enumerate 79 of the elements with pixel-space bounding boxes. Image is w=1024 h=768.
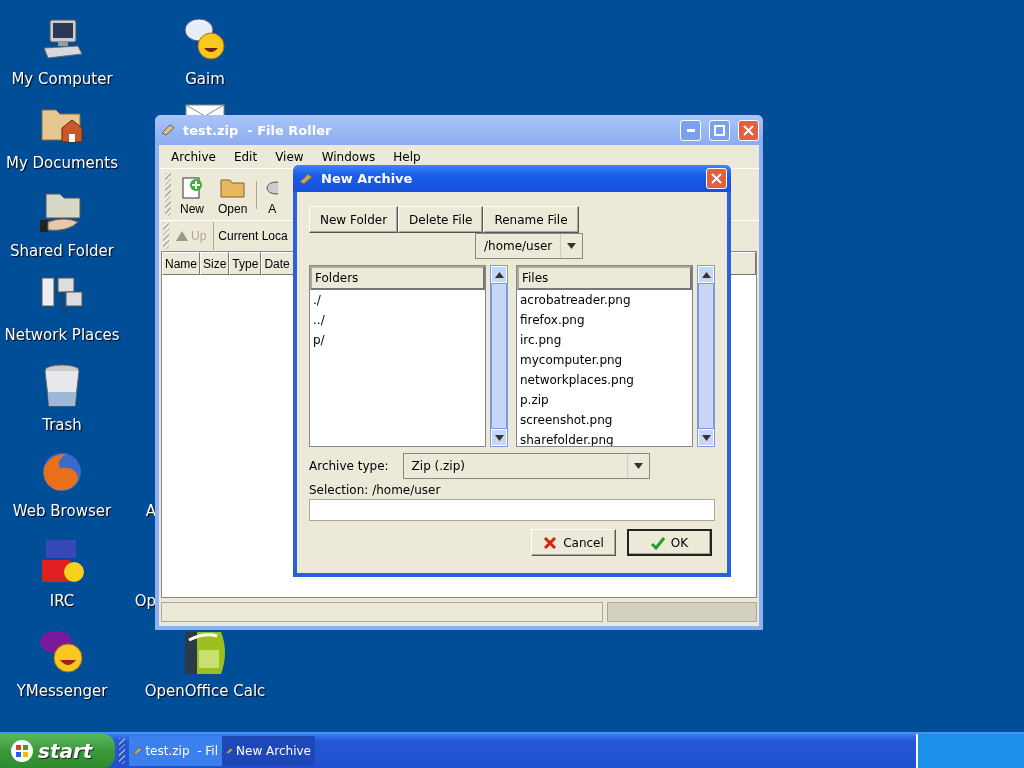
maximize-icon	[714, 124, 725, 136]
taskbar-button[interactable]: New Archive	[222, 736, 315, 766]
close-button[interactable]	[706, 168, 727, 189]
new-document-icon	[180, 176, 204, 200]
maximize-button[interactable]	[709, 119, 730, 141]
file-item[interactable]: acrobatreader.png	[517, 290, 692, 310]
file-item[interactable]: screenshot.png	[517, 410, 692, 430]
archive-type-label: Archive type:	[309, 459, 389, 473]
desktop-icon-label[interactable]: OpenOffice Calc	[144, 682, 266, 700]
dialog-button[interactable]: Cancel	[531, 529, 616, 556]
file-item[interactable]: networkplaces.png	[517, 370, 692, 390]
desktop-icon-label[interactable]: Network Places	[4, 326, 120, 344]
desktop-icon-label[interactable]: My Documents	[5, 154, 119, 172]
scroll-up-arrow-icon	[494, 271, 504, 278]
menu-item[interactable]: Edit	[225, 149, 268, 164]
check-icon	[650, 535, 665, 550]
scroll-down-arrow-icon	[494, 434, 504, 441]
archive-roller-icon	[299, 172, 313, 185]
start-button[interactable]: start	[0, 734, 115, 768]
archive-roller-icon	[133, 745, 143, 757]
dialog-button[interactable]: OK	[627, 529, 712, 556]
smiley-messenger-icon	[38, 628, 86, 676]
desktop-icon-label[interactable]: A	[145, 502, 156, 520]
file-item[interactable]: irc.png	[517, 330, 692, 350]
desktop-icon-label[interactable]: My Computer	[11, 70, 113, 88]
close-icon	[711, 173, 722, 184]
scrollbar[interactable]	[697, 265, 715, 447]
column-header[interactable]: Folders	[310, 266, 485, 290]
dropdown-arrow-icon	[567, 243, 577, 249]
desktop-icon-label[interactable]: YMessenger	[16, 682, 108, 700]
minimize-icon	[686, 128, 695, 132]
dialog-title: New Archive	[321, 171, 414, 186]
toolbar-button[interactable]: New	[175, 176, 209, 216]
desktop-icon-label[interactable]: Shared Folder	[10, 242, 114, 260]
menu-item[interactable]: Archive	[163, 149, 226, 164]
folder-item[interactable]: ./	[310, 290, 485, 310]
file-action-button[interactable]: Delete File	[398, 206, 484, 233]
scrollbar[interactable]	[490, 265, 508, 447]
cross-icon	[543, 535, 558, 550]
file-action-button[interactable]: Rename File	[483, 206, 579, 233]
file-item[interactable]: p.zip	[517, 390, 692, 410]
toolbar-button[interactable]: Open	[213, 176, 253, 216]
column-header[interactable]: Files	[517, 266, 692, 290]
folder-icon	[219, 176, 246, 200]
taskbar-button[interactable]: test.zip - Fil	[129, 736, 222, 766]
folder-item[interactable]: p/	[310, 330, 485, 350]
archive-roller-icon	[226, 745, 234, 757]
menu-item[interactable]: Help	[385, 149, 431, 164]
file-item[interactable]: mycomputer.png	[517, 350, 692, 370]
archive-type-dropdown[interactable]: Zip (.zip)	[402, 453, 650, 479]
window-title: test.zip - File Roller	[183, 122, 333, 138]
windows-logo-icon	[10, 739, 34, 763]
scroll-down-arrow-icon	[701, 434, 711, 441]
column-header[interactable]: Size	[200, 252, 230, 275]
selection-input[interactable]	[309, 499, 715, 521]
selection-label: Selection: /home/user	[309, 483, 442, 497]
up-triangle-icon	[176, 231, 188, 241]
menu-item[interactable]: Windows	[313, 149, 386, 164]
column-header[interactable]: Type	[229, 252, 262, 275]
archive-roller-icon	[161, 124, 175, 136]
desktop-icon-label[interactable]: Op	[134, 592, 156, 610]
file-action-button[interactable]: New Folder	[309, 206, 399, 233]
dropdown-arrow-icon	[633, 463, 643, 469]
path-dropdown[interactable]: /home/user	[475, 233, 584, 259]
desktop-icon-label[interactable]: Trash	[42, 416, 82, 434]
menu-item[interactable]: View	[267, 149, 314, 164]
file-item[interactable]: firefox.png	[517, 310, 692, 330]
scroll-up-arrow-icon	[701, 271, 711, 278]
file-item[interactable]: sharefolder.png	[517, 430, 692, 446]
close-icon	[743, 124, 754, 136]
close-button[interactable]	[738, 119, 759, 141]
desktop-icon-label[interactable]: Gaim	[185, 70, 225, 88]
desktop-icon-label[interactable]: Web Browser	[12, 502, 112, 520]
toolbar-button[interactable]: A	[261, 176, 284, 216]
minimize-button[interactable]	[680, 119, 701, 141]
column-header[interactable]: Name	[162, 252, 200, 275]
folder-item[interactable]: ../	[310, 310, 485, 330]
desktop-icon-label[interactable]: IRC	[49, 592, 75, 610]
location-label: Current Loca	[218, 229, 288, 243]
